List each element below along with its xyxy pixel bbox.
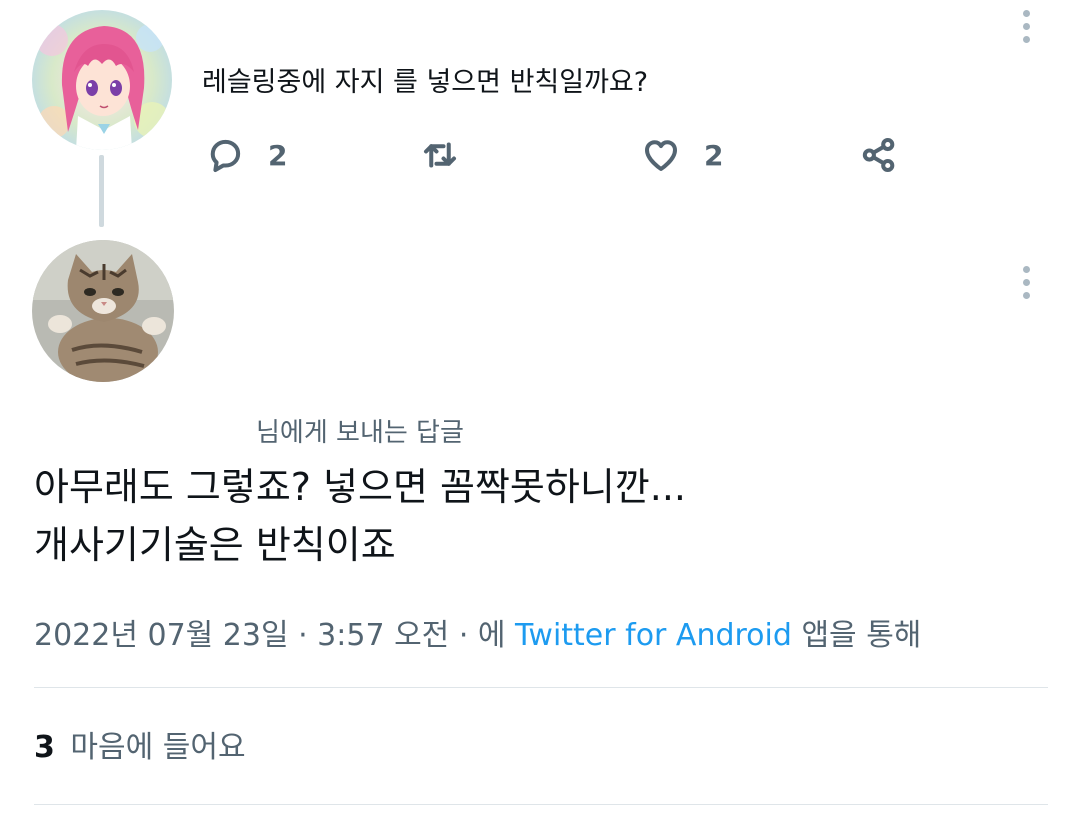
tweet-metadata: 2022년 07월 23일 · 3:57 오전 · 에 Twitter for … bbox=[34, 610, 921, 654]
like-button[interactable]: 2 bbox=[640, 134, 723, 176]
tweet-source-link[interactable]: Twitter for Android bbox=[515, 618, 792, 653]
reply-button[interactable]: 2 bbox=[204, 134, 287, 176]
divider bbox=[34, 687, 1048, 688]
heart-icon bbox=[644, 140, 678, 172]
divider bbox=[34, 804, 1048, 805]
tweet-timestamp[interactable]: 2022년 07월 23일 · 3:57 오전 · 에 bbox=[34, 618, 506, 653]
like-count: 2 bbox=[704, 138, 724, 172]
share-icon bbox=[862, 137, 895, 173]
likes-label: 마음에 들어요 bbox=[70, 730, 246, 765]
more-options-icon[interactable] bbox=[1016, 6, 1036, 46]
tweet-action-bar: 2 2 bbox=[0, 130, 1080, 186]
likes-count: 3 bbox=[34, 730, 55, 765]
kitten-avatar-icon[interactable] bbox=[32, 240, 174, 382]
reply-count: 2 bbox=[268, 138, 288, 172]
more-options-icon[interactable] bbox=[1016, 262, 1036, 302]
parent-tweet-text: 레슬링중에 자지 를 넣으면 반칙일까요? bbox=[202, 67, 649, 98]
share-button[interactable] bbox=[858, 134, 900, 176]
reply-text-line: 개사기기술은 반칙이죠 bbox=[34, 523, 396, 567]
tweet-thread-view: 레슬링중에 자지 를 넣으면 반칙일까요? 2 2 님에게 보내는 답글 아무래… bbox=[0, 0, 1080, 820]
likes-summary-link[interactable]: 3 마음에 들어요 bbox=[34, 722, 246, 766]
retweet-icon bbox=[423, 142, 457, 168]
reply-tweet-text: 아무래도 그렇죠? 넣으면 꼼짝못하니깐... 개사기기술은 반칙이죠 bbox=[34, 458, 686, 574]
reply-bubble-icon bbox=[210, 139, 241, 173]
reply-text-line: 아무래도 그렇죠? 넣으면 꼼짝못하니깐... bbox=[34, 465, 687, 509]
tweet-source-suffix: 앱을 통해 bbox=[801, 618, 922, 653]
replying-to-label: 님에게 보내는 답글 bbox=[256, 418, 464, 448]
retweet-button[interactable] bbox=[419, 134, 483, 176]
anime-girl-avatar-icon[interactable] bbox=[32, 10, 172, 150]
